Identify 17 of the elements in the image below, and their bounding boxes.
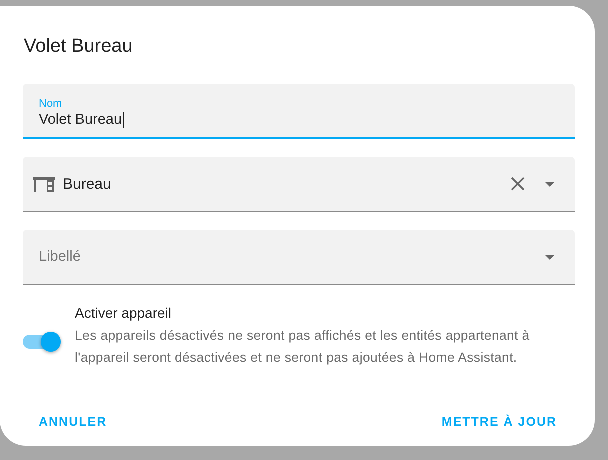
update-button[interactable]: METTRE À JOUR [432,407,567,437]
clear-icon[interactable] [511,177,525,191]
toggle-switch[interactable] [23,335,59,349]
name-field[interactable]: Nom Volet Bureau [23,84,575,139]
area-value: Bureau [63,176,112,192]
desk-icon [33,176,55,192]
toggle-title: Activer appareil [75,305,172,321]
label-select[interactable]: Libellé [23,230,575,285]
field-label: Nom [39,98,62,110]
area-select[interactable]: Bureau [23,157,575,212]
dialog-title: Volet Bureau [24,36,134,58]
toggle-description: Les appareils désactivés ne seront pas affichés et les entités appartenant à l'appareil seront désactivées et ne seront pas ajoutées à Home Assistant. [75,327,531,367]
name-value: Volet Bureau [39,112,124,128]
caret-icon[interactable] [545,182,555,186]
caret-icon[interactable] [545,254,555,260]
label-placeholder: Libellé [38,249,82,265]
cancel-button[interactable]: ANNULER [29,407,118,437]
